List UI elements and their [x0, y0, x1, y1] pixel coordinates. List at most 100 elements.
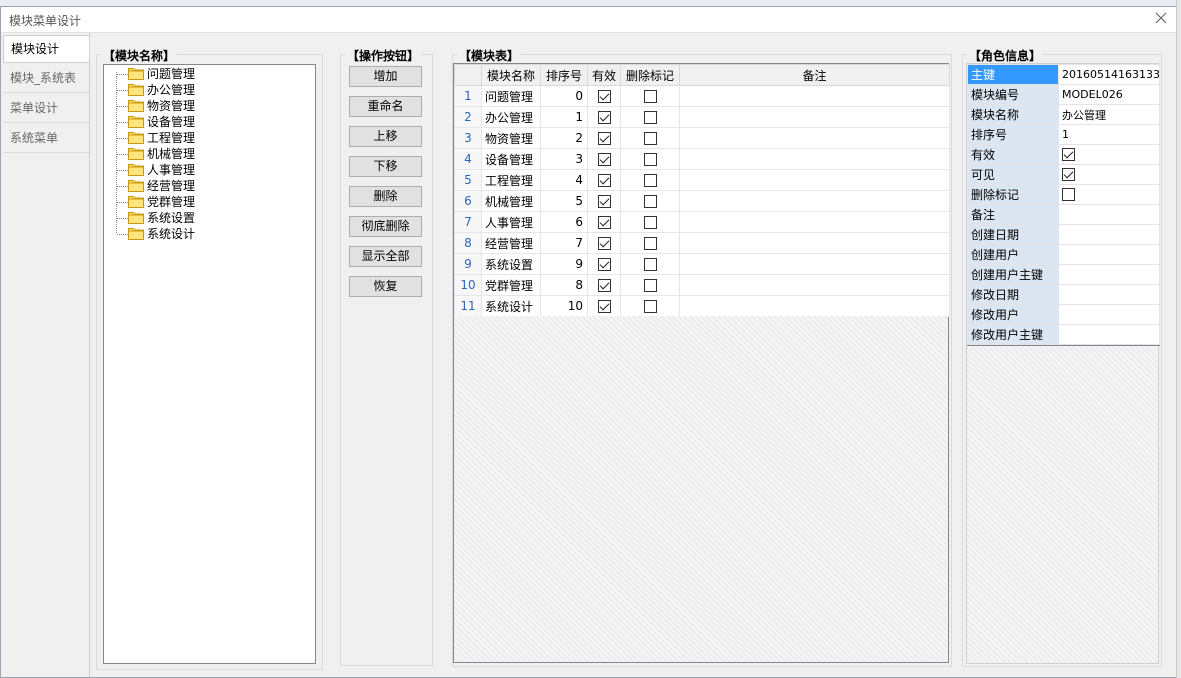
- deleted-cell[interactable]: [620, 295, 680, 317]
- property-checkbox[interactable]: [1062, 148, 1075, 162]
- property-row[interactable]: 备注: [967, 204, 1160, 225]
- table-row[interactable]: 10 党群管理 8: [454, 274, 950, 296]
- valid-checkbox[interactable]: [597, 195, 611, 208]
- tab-module-system-table[interactable]: 模块_系统表: [3, 63, 89, 93]
- module-name-cell[interactable]: 设备管理: [481, 148, 541, 170]
- property-value[interactable]: [1058, 164, 1160, 185]
- property-value[interactable]: [1058, 204, 1160, 225]
- note-cell[interactable]: [679, 127, 950, 149]
- table-row[interactable]: 3 物资管理 2: [454, 127, 950, 149]
- property-row[interactable]: 创建用户主键: [967, 264, 1160, 285]
- order-cell[interactable]: 0: [540, 85, 588, 107]
- order-cell[interactable]: 2: [540, 127, 588, 149]
- order-cell[interactable]: 6: [540, 211, 588, 233]
- move-down-button[interactable]: 下移: [349, 156, 422, 177]
- property-checkbox[interactable]: [1062, 168, 1075, 182]
- order-cell[interactable]: 8: [540, 274, 588, 296]
- valid-checkbox[interactable]: [597, 153, 611, 166]
- valid-checkbox[interactable]: [597, 300, 611, 313]
- deleted-checkbox[interactable]: [643, 90, 657, 103]
- module-table[interactable]: 模块名称 排序号 有效 删除标记 备注 1 问题管理 0 2 办公管理 1 3 物资管理 2 4 设…: [453, 63, 950, 663]
- tree-item[interactable]: 机械管理: [104, 146, 304, 162]
- column-header-order[interactable]: 排序号: [540, 64, 588, 86]
- purge-button[interactable]: 彻底删除: [349, 216, 422, 237]
- table-row[interactable]: 6 机械管理 5: [454, 190, 950, 212]
- tree-item[interactable]: 办公管理: [104, 82, 304, 98]
- valid-checkbox[interactable]: [597, 237, 611, 250]
- note-cell[interactable]: [679, 274, 950, 296]
- order-cell[interactable]: 7: [540, 232, 588, 254]
- valid-checkbox[interactable]: [597, 258, 611, 271]
- property-row[interactable]: 创建用户: [967, 244, 1160, 265]
- table-row[interactable]: 1 问题管理 0: [454, 85, 950, 107]
- rename-button[interactable]: 重命名: [349, 96, 422, 117]
- valid-checkbox[interactable]: [597, 174, 611, 187]
- table-row[interactable]: 11 系统设计 10: [454, 295, 950, 317]
- property-checkbox[interactable]: [1062, 188, 1075, 202]
- valid-cell[interactable]: [587, 232, 621, 254]
- deleted-cell[interactable]: [620, 148, 680, 170]
- module-name-cell[interactable]: 办公管理: [481, 106, 541, 128]
- valid-cell[interactable]: [587, 190, 621, 212]
- property-row[interactable]: 修改用户主键: [967, 324, 1160, 345]
- tree-item[interactable]: 系统设计: [104, 226, 304, 242]
- valid-cell[interactable]: [587, 253, 621, 275]
- deleted-checkbox[interactable]: [643, 195, 657, 208]
- column-header-deleted[interactable]: 删除标记: [620, 64, 680, 86]
- property-row[interactable]: 可见: [967, 164, 1160, 185]
- column-header-name[interactable]: 模块名称: [481, 64, 541, 86]
- deleted-cell[interactable]: [620, 85, 680, 107]
- deleted-checkbox[interactable]: [643, 300, 657, 313]
- deleted-checkbox[interactable]: [643, 132, 657, 145]
- property-value[interactable]: [1058, 264, 1160, 285]
- valid-checkbox[interactable]: [597, 111, 611, 124]
- property-value[interactable]: 201605141631338: [1058, 64, 1160, 85]
- tab-module-design[interactable]: 模块设计: [3, 35, 89, 63]
- valid-cell[interactable]: [587, 211, 621, 233]
- property-value[interactable]: 办公管理: [1058, 104, 1160, 125]
- property-value[interactable]: 1: [1058, 124, 1160, 145]
- module-name-cell[interactable]: 机械管理: [481, 190, 541, 212]
- valid-cell[interactable]: [587, 274, 621, 296]
- deleted-checkbox[interactable]: [643, 111, 657, 124]
- show-all-button[interactable]: 显示全部: [349, 246, 422, 267]
- property-value[interactable]: [1058, 224, 1160, 245]
- module-name-cell[interactable]: 党群管理: [481, 274, 541, 296]
- property-value[interactable]: [1058, 244, 1160, 265]
- table-row[interactable]: 5 工程管理 4: [454, 169, 950, 191]
- valid-cell[interactable]: [587, 106, 621, 128]
- note-cell[interactable]: [679, 169, 950, 191]
- deleted-cell[interactable]: [620, 190, 680, 212]
- note-cell[interactable]: [679, 253, 950, 275]
- deleted-cell[interactable]: [620, 274, 680, 296]
- module-name-cell[interactable]: 问题管理: [481, 85, 541, 107]
- tree-item[interactable]: 经营管理: [104, 178, 304, 194]
- tree-item[interactable]: 党群管理: [104, 194, 304, 210]
- note-cell[interactable]: [679, 211, 950, 233]
- valid-cell[interactable]: [587, 169, 621, 191]
- table-row[interactable]: 8 经营管理 7: [454, 232, 950, 254]
- module-name-cell[interactable]: 系统设置: [481, 253, 541, 275]
- valid-cell[interactable]: [587, 295, 621, 317]
- valid-checkbox[interactable]: [597, 132, 611, 145]
- deleted-checkbox[interactable]: [643, 174, 657, 187]
- property-row[interactable]: 排序号 1: [967, 124, 1160, 145]
- property-value[interactable]: [1058, 304, 1160, 325]
- note-cell[interactable]: [679, 148, 950, 170]
- module-name-cell[interactable]: 工程管理: [481, 169, 541, 191]
- deleted-cell[interactable]: [620, 127, 680, 149]
- valid-checkbox[interactable]: [597, 90, 611, 103]
- deleted-checkbox[interactable]: [643, 153, 657, 166]
- tree-item[interactable]: 工程管理: [104, 130, 304, 146]
- property-row[interactable]: 模块名称 办公管理: [967, 104, 1160, 125]
- deleted-cell[interactable]: [620, 253, 680, 275]
- tree-item[interactable]: 物资管理: [104, 98, 304, 114]
- property-row[interactable]: 模块编号 MODEL026: [967, 84, 1160, 105]
- order-cell[interactable]: 10: [540, 295, 588, 317]
- property-row[interactable]: 修改日期: [967, 284, 1160, 305]
- note-cell[interactable]: [679, 295, 950, 317]
- deleted-cell[interactable]: [620, 232, 680, 254]
- property-value[interactable]: [1058, 284, 1160, 305]
- valid-cell[interactable]: [587, 85, 621, 107]
- valid-cell[interactable]: [587, 127, 621, 149]
